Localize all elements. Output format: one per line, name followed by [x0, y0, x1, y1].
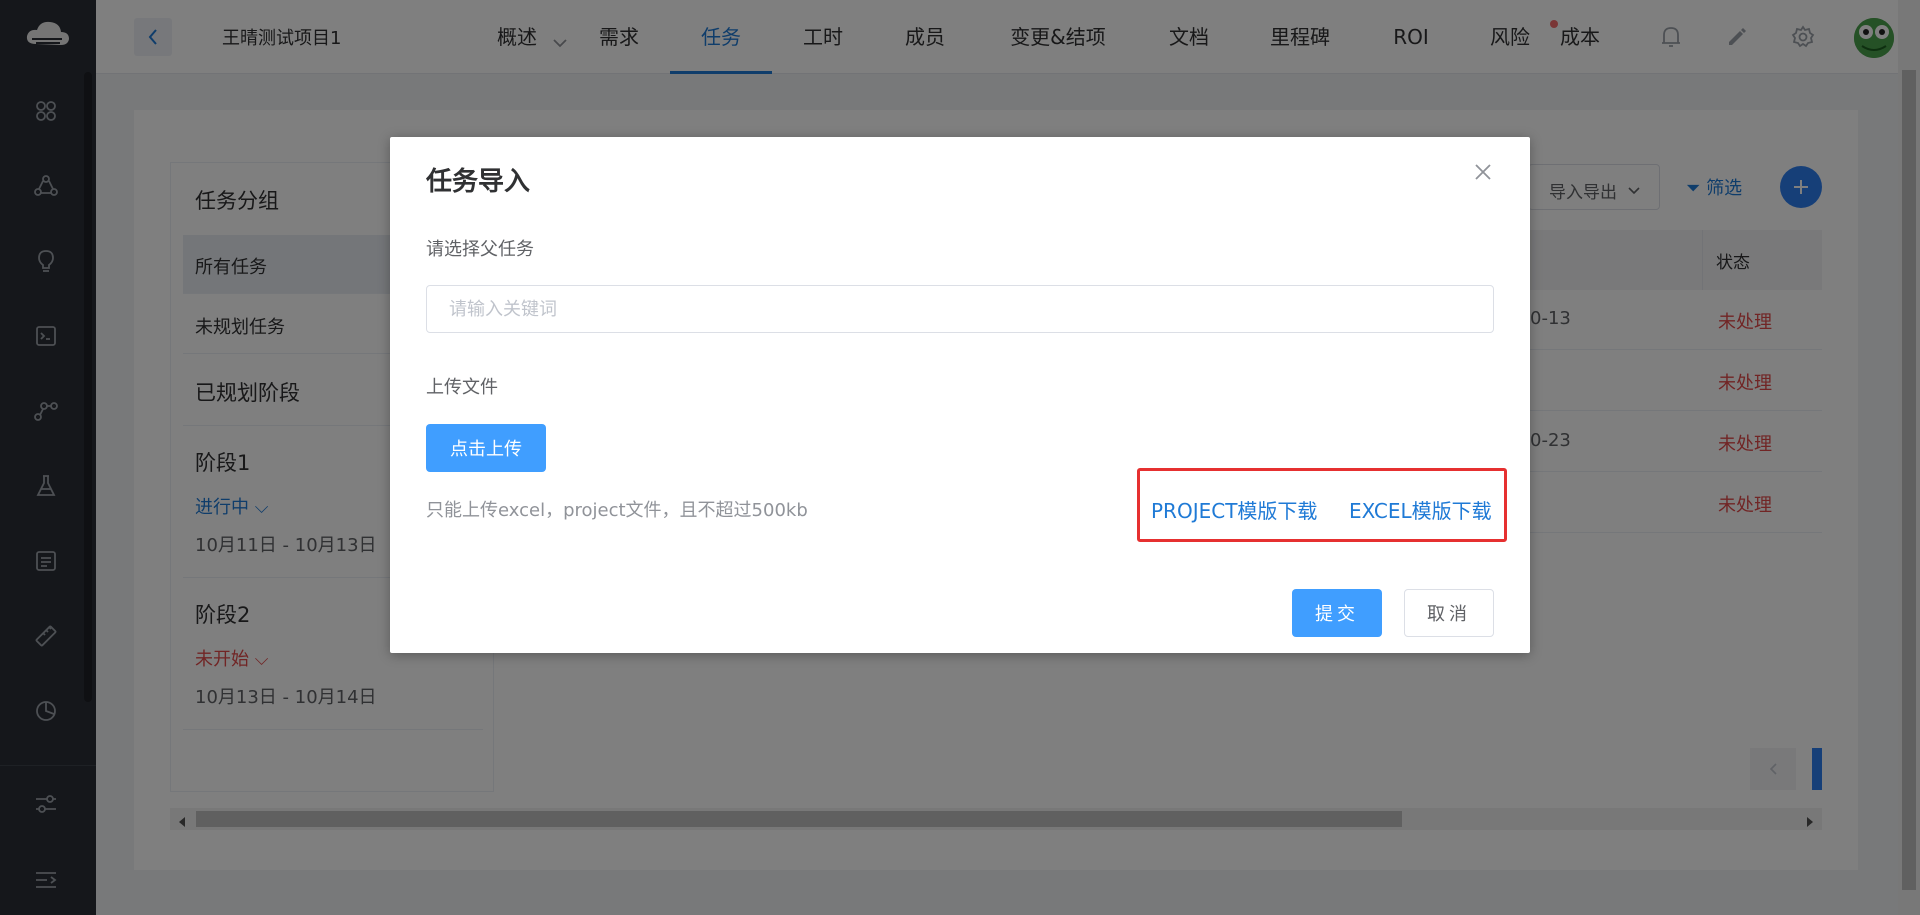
project-template-download-link[interactable]: PROJECT模版下载 [1151, 495, 1317, 524]
excel-template-download-link[interactable]: EXCEL模版下载 [1349, 495, 1492, 524]
upload-file-label: 上传文件 [426, 377, 498, 398]
parent-task-label: 请选择父任务 [426, 239, 534, 260]
submit-button[interactable]: 提交 [1292, 589, 1382, 637]
upload-button[interactable]: 点击上传 [426, 424, 546, 472]
keyword-search-input[interactable] [426, 285, 1494, 333]
task-import-dialog: 任务导入 请选择父任务 上传文件 点击上传 只能上传excel，project文… [390, 137, 1530, 653]
upload-tip: 只能上传excel，project文件，且不超过500kb [426, 500, 808, 521]
dialog-title: 任务导入 [426, 167, 531, 197]
cancel-button[interactable]: 取消 [1404, 589, 1494, 637]
close-icon [1475, 164, 1491, 180]
close-button[interactable] [1470, 159, 1496, 185]
